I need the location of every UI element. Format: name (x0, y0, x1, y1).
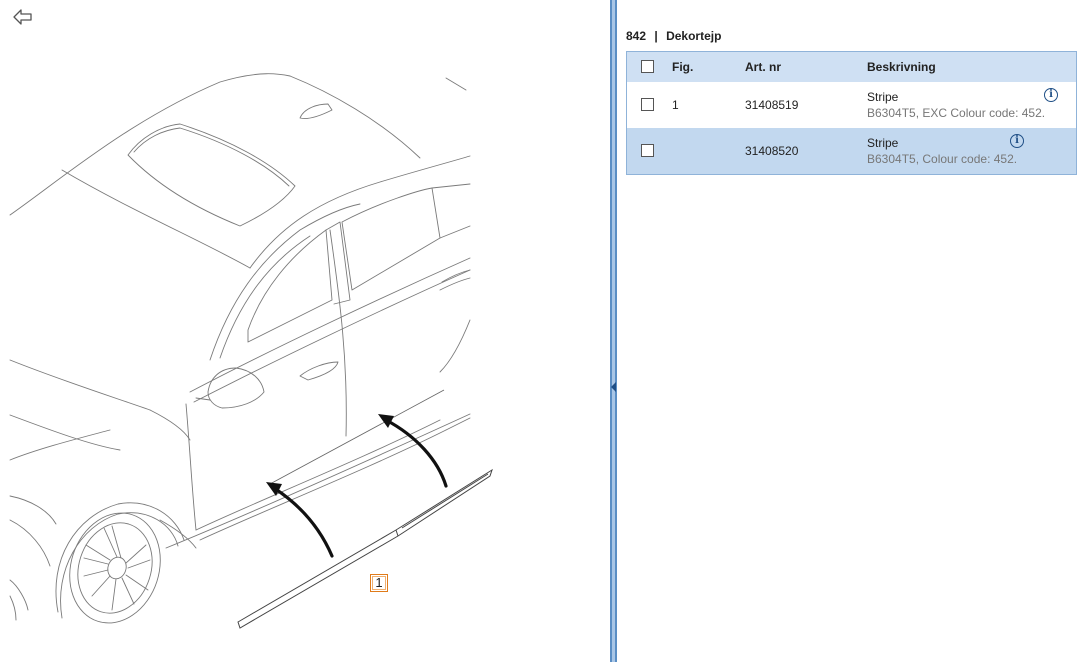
cell-description: Stripe B6304T5, Colour code: 452. i (864, 128, 1077, 175)
cell-art-nr: 31408519 (731, 82, 864, 128)
group-name: Dekortejp (666, 29, 722, 43)
column-header-description[interactable]: Beskrivning (864, 51, 1077, 82)
column-header-fig[interactable]: Fig. (657, 51, 731, 82)
column-header-art-nr[interactable]: Art. nr (731, 51, 864, 82)
info-icon[interactable]: i (1044, 88, 1058, 102)
group-title: 842 | Dekortejp (626, 29, 721, 43)
splitter-track (612, 0, 615, 662)
select-all-checkbox[interactable] (641, 60, 654, 73)
row-checkbox[interactable] (641, 98, 654, 111)
parts-table: Fig. Art. nr Beskrivning 1 31408519 Stri… (626, 51, 1077, 175)
part-details: B6304T5, Colour code: 452. (867, 152, 1018, 166)
cell-fig (657, 128, 731, 175)
cell-fig: 1 (657, 82, 731, 128)
part-name: Stripe (867, 136, 899, 150)
group-separator: | (654, 29, 658, 43)
car-diagram (9, 73, 493, 629)
part-details: B6304T5, EXC Colour code: 452. (867, 106, 1046, 120)
collapse-left-icon[interactable] (611, 382, 616, 392)
cell-description: Stripe B6304T5, EXC Colour code: 452. i (864, 82, 1077, 128)
row-checkbox[interactable] (641, 144, 654, 157)
pane-splitter[interactable] (610, 0, 617, 662)
table-row[interactable]: 1 31408519 Stripe B6304T5, EXC Colour co… (626, 82, 1077, 128)
group-number: 842 (626, 29, 647, 43)
cell-art-nr: 31408520 (731, 128, 864, 175)
figure-callout-1[interactable]: 1 (370, 574, 388, 592)
info-icon[interactable]: i (1010, 134, 1024, 148)
table-header-row: Fig. Art. nr Beskrivning (626, 51, 1077, 82)
diagram-pane: 1 (0, 0, 610, 662)
parts-pane: 842 | Dekortejp Fig. Art. nr Beskrivning… (617, 0, 1077, 662)
table-row[interactable]: 31408520 Stripe B6304T5, Colour code: 45… (626, 128, 1077, 175)
